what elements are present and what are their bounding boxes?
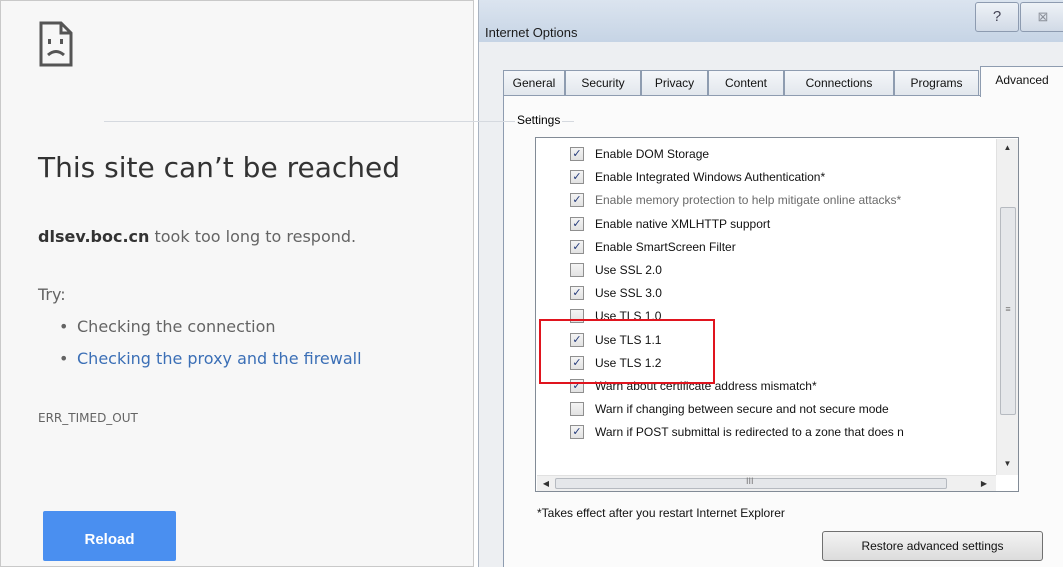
checkmark-icon: ✓ [572, 287, 582, 300]
grip-icon: III [746, 476, 754, 486]
horizontal-scrollbar[interactable]: ◀ III ▶ [537, 475, 996, 491]
suggestion-item: • Checking the connection [59, 317, 276, 336]
tab-security[interactable]: Security [565, 70, 641, 96]
setting-label: Enable DOM Storage [595, 147, 710, 161]
scroll-thumb[interactable]: ≡ [1000, 207, 1016, 415]
tab-programs[interactable]: Programs [894, 70, 979, 96]
tab-connections[interactable]: Connections [784, 70, 894, 96]
try-label: Try: [38, 285, 66, 304]
help-icon[interactable]: ? [975, 2, 1019, 32]
tab-content[interactable]: Content [708, 70, 784, 96]
checkmark-icon: ✓ [572, 171, 582, 184]
tab-advanced[interactable]: Advanced [980, 66, 1063, 97]
setting-label: Enable memory protection to help mitigat… [595, 193, 902, 208]
tab-general[interactable]: General [503, 70, 565, 96]
restart-note: *Takes effect after you restart Internet… [537, 506, 785, 520]
settings-list[interactable]: ✓ Enable DOM Storage ✓ Enable Integrated Wi… [535, 137, 1019, 492]
chrome-error-page: This site can’t be reached dlsev.boc.cn … [0, 0, 474, 567]
close-icon[interactable]: ⊠ [1020, 2, 1063, 32]
tab-privacy[interactable]: Privacy [641, 70, 708, 96]
setting-checkbox[interactable]: ✓ [570, 216, 584, 231]
setting-label: Use SSL 3.0 [595, 286, 662, 301]
error-title: This site can’t be reached [38, 151, 400, 184]
setting-checkbox[interactable]: ✓ [570, 239, 584, 254]
error-code: ERR_TIMED_OUT [38, 411, 138, 425]
suggestion-link-text[interactable]: Checking the proxy and the firewall [77, 349, 362, 368]
checkmark-icon: ✓ [572, 333, 582, 346]
setting-checkbox[interactable]: ✓ [570, 147, 584, 161]
checkmark-icon: ✓ [572, 380, 582, 392]
setting-checkbox[interactable]: ✓ [570, 355, 584, 370]
settings-divider [104, 121, 574, 122]
checkmark-icon: ✓ [572, 148, 582, 160]
setting-checkbox[interactable]: ✓ [570, 379, 584, 393]
setting-label: Use TLS 1.0 [595, 309, 662, 324]
setting-label: Enable native XMLHTTP support [595, 216, 771, 231]
setting-checkbox[interactable] [570, 309, 584, 324]
setting-checkbox[interactable] [570, 402, 584, 417]
error-description-text: took too long to respond. [149, 227, 357, 246]
setting-label: Enable SmartScreen Filter [595, 239, 736, 254]
setting-checkbox[interactable] [570, 263, 584, 277]
suggestion-text: Checking the connection [77, 317, 276, 336]
restore-advanced-settings-button[interactable]: Restore advanced settings [822, 531, 1043, 561]
setting-checkbox[interactable]: ✓ [570, 193, 584, 208]
setting-checkbox[interactable]: ✓ [570, 286, 584, 301]
checkmark-icon: ✓ [572, 217, 582, 230]
setting-checkbox[interactable]: ✓ [570, 332, 584, 347]
setting-label: Warn if changing between secure and not … [595, 402, 889, 417]
sad-page-icon [39, 21, 73, 67]
checkmark-icon: ✓ [572, 426, 582, 439]
grip-icon: ≡ [1005, 304, 1011, 314]
horizontal-scroll-thumb[interactable]: III [555, 476, 947, 489]
setting-label: Warn if POST submittal is redirected to … [595, 425, 904, 440]
bullet-icon: • [59, 349, 69, 368]
checkmark-icon: ✓ [572, 240, 582, 253]
dialog-title: Internet Options [485, 25, 578, 40]
settings-label: Settings [515, 113, 563, 127]
scroll-right-icon[interactable]: ▶ [977, 476, 991, 491]
checkmark-icon: ✓ [572, 356, 582, 369]
checkmark-icon: ✓ [572, 194, 582, 207]
setting-label: Use TLS 1.1 [595, 332, 662, 347]
scroll-left-icon[interactable]: ◀ [539, 476, 553, 491]
title-bar[interactable]: Internet Options ? ⊠ [479, 0, 1063, 42]
scroll-up-icon[interactable]: ▲ [997, 139, 1018, 157]
suggestion-link[interactable]: • Checking the proxy and the firewall [59, 349, 362, 368]
setting-label: Use SSL 2.0 [595, 263, 662, 277]
scroll-down-icon[interactable]: ▼ [997, 455, 1018, 473]
reload-button[interactable]: Reload [43, 511, 176, 561]
error-host: dlsev.boc.cn [38, 227, 150, 246]
setting-checkbox[interactable]: ✓ [570, 170, 584, 185]
setting-label: Warn about certificate address mismatch* [595, 379, 817, 393]
bullet-icon: • [59, 317, 69, 336]
vertical-scrollbar[interactable]: ▲ ≡ ▼ [996, 139, 1018, 475]
error-description: dlsev.boc.cn took too long to respond. [38, 227, 356, 246]
setting-label: Use TLS 1.2 [595, 355, 662, 370]
setting-label: Enable Integrated Windows Authentication… [595, 170, 826, 185]
setting-checkbox[interactable]: ✓ [570, 425, 584, 440]
